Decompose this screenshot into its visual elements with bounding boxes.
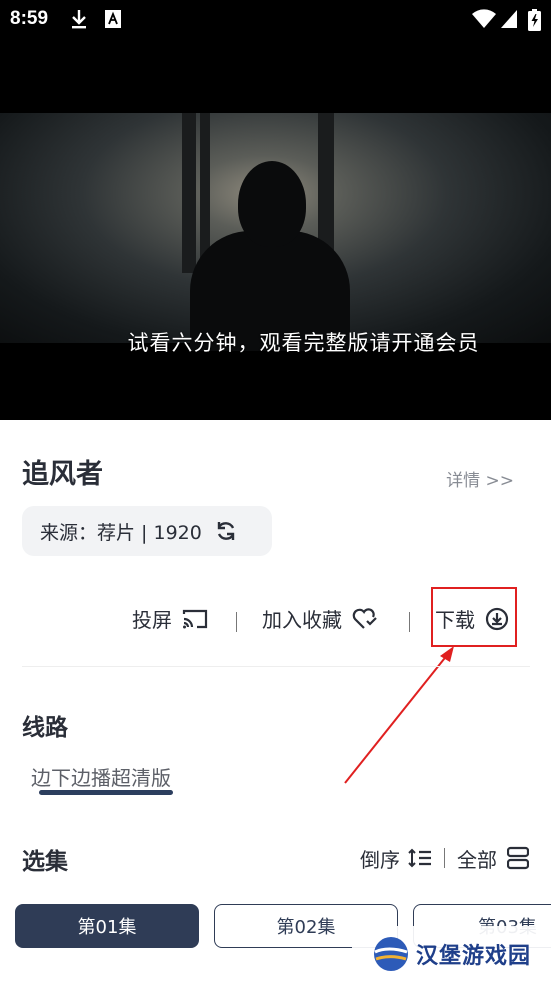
heart-icon bbox=[352, 607, 378, 630]
status-time: 8:59 bbox=[10, 8, 49, 29]
route-selected-indicator bbox=[39, 790, 173, 795]
watermark-text: 汉堡游戏园 bbox=[416, 942, 532, 969]
action-separator bbox=[236, 612, 237, 632]
source-selector[interactable]: 来源：荐片 | 1920 bbox=[22, 506, 272, 556]
source-label: 来源：荐片 | 1920 bbox=[40, 521, 202, 544]
wifi-icon bbox=[472, 9, 496, 33]
video-frame bbox=[0, 113, 551, 351]
episode-controls: 倒序 全部 bbox=[360, 843, 529, 873]
show-title: 追风者 bbox=[22, 459, 103, 490]
signal-icon bbox=[500, 9, 518, 33]
all-episodes-button[interactable]: 全部 bbox=[457, 844, 529, 873]
sort-order-icon bbox=[408, 847, 432, 869]
battery-icon bbox=[528, 9, 541, 35]
cast-label: 投屏 bbox=[132, 608, 172, 632]
sort-label: 倒序 bbox=[360, 847, 400, 872]
episode-button[interactable]: 第01集 bbox=[15, 904, 199, 948]
route-section-title: 线路 bbox=[22, 715, 68, 741]
annotation-arrow bbox=[344, 646, 454, 784]
all-label: 全部 bbox=[457, 847, 497, 872]
cast-icon bbox=[182, 608, 208, 630]
grid-view-icon bbox=[507, 846, 529, 870]
section-divider bbox=[22, 666, 530, 667]
watermark-logo-icon bbox=[372, 935, 410, 973]
episode-controls-separator bbox=[444, 848, 445, 868]
status-bar: 8:59 bbox=[0, 0, 551, 40]
add-favorite-button[interactable]: 加入收藏 bbox=[262, 604, 378, 633]
cast-button[interactable]: 投屏 bbox=[132, 604, 208, 633]
video-player[interactable]: 试看六分钟，观看完整版请开通会员 bbox=[0, 40, 551, 420]
action-separator bbox=[409, 612, 410, 632]
sort-button[interactable]: 倒序 bbox=[360, 844, 432, 873]
route-option-selected[interactable]: 边下边播超清版 bbox=[31, 762, 171, 791]
details-link[interactable]: 详情 >> bbox=[446, 466, 514, 491]
favorite-label: 加入收藏 bbox=[262, 608, 342, 632]
download-highlight-box bbox=[431, 587, 517, 647]
download-notification-icon bbox=[70, 9, 88, 33]
refresh-icon[interactable] bbox=[214, 519, 238, 543]
video-subtitle: 试看六分钟，观看完整版请开通会员 bbox=[127, 331, 480, 355]
watermark: 汉堡游戏园 bbox=[352, 926, 551, 981]
app-notification-icon bbox=[104, 9, 122, 33]
episodes-section-title: 选集 bbox=[22, 849, 68, 875]
